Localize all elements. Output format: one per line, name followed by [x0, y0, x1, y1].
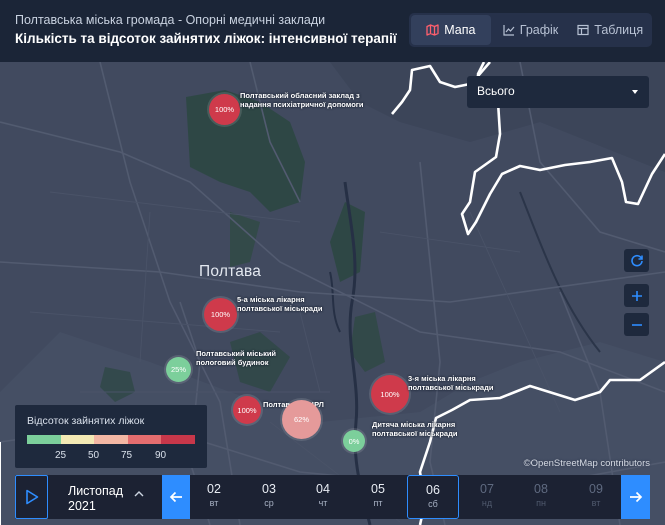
- month-selector[interactable]: Листопад 2021: [68, 484, 144, 514]
- plus-icon: [631, 290, 642, 301]
- legend-title: Відсоток зайнятих ліжок: [27, 415, 145, 427]
- marker-value: 100%: [380, 389, 400, 399]
- legend-swatch: [127, 435, 161, 444]
- chevron-up-icon: [134, 487, 144, 502]
- marker-label: 5-а міська лікарня полтавської міськради: [237, 295, 323, 313]
- view-switcher: Мапа Графік Таблиця: [409, 13, 652, 47]
- legend-tick: 90: [155, 450, 167, 461]
- zoom-out-button[interactable]: [624, 313, 649, 336]
- reset-view-button[interactable]: [624, 249, 649, 272]
- map-marker[interactable]: 100%: [204, 298, 237, 331]
- day-item[interactable]: 03 ср: [243, 475, 295, 519]
- table-icon: [577, 24, 589, 36]
- map-marker[interactable]: 100%: [233, 396, 261, 424]
- tab-map[interactable]: Мапа: [411, 15, 491, 45]
- year-value: 2021: [68, 499, 96, 513]
- day-item-selected[interactable]: 06 сб: [407, 475, 459, 519]
- city-label: Полтава: [199, 263, 262, 280]
- map-marker[interactable]: 62%: [282, 400, 321, 439]
- arrow-right-icon: [629, 491, 642, 503]
- day-number: 09: [589, 482, 603, 496]
- category-select-value: Всього: [477, 84, 515, 98]
- map-marker[interactable]: 25%: [166, 357, 191, 382]
- caret-down-icon: [632, 90, 638, 94]
- marker-value: 62%: [293, 415, 309, 424]
- map-marker[interactable]: 100%: [209, 94, 240, 125]
- marker-label: Полтавський міський пологовий будинок: [196, 349, 277, 367]
- legend-swatch: [27, 435, 61, 444]
- zoom-in-button[interactable]: [624, 284, 649, 307]
- day-number: 05: [371, 482, 385, 496]
- tab-chart[interactable]: Графік: [491, 15, 571, 45]
- page-title: Кількість та відсоток зайнятих ліжок: ін…: [15, 31, 397, 46]
- marker-value: 100%: [214, 105, 235, 114]
- header: Полтавська міська громада - Опорні медич…: [0, 0, 665, 62]
- day-item[interactable]: 02 вт: [188, 475, 240, 519]
- day-item-disabled: 09 вт: [570, 475, 622, 519]
- date-timeline: Листопад 2021 02 вт 03 ср 04 чт 05 пт 06 сб 0…: [15, 475, 650, 519]
- next-day-button[interactable]: [621, 475, 650, 519]
- play-button[interactable]: [15, 475, 48, 519]
- day-weekday: чт: [318, 498, 328, 508]
- map-icon: [426, 24, 439, 36]
- day-item-disabled: 07 нд: [461, 475, 513, 519]
- day-number: 03: [262, 482, 276, 496]
- marker-label: Дитяча міська лікарня полтавської міськр…: [372, 420, 458, 438]
- legend-swatch: [161, 435, 195, 444]
- day-item[interactable]: 04 чт: [297, 475, 349, 519]
- minus-icon: [631, 323, 642, 326]
- line-chart-icon: [503, 24, 515, 36]
- day-item[interactable]: 05 пт: [352, 475, 404, 519]
- day-number: 07: [480, 482, 494, 496]
- dashboard-supertitle: Полтавська міська громада - Опорні медич…: [15, 13, 326, 27]
- day-number: 06: [426, 483, 440, 497]
- tab-map-label: Мапа: [444, 23, 476, 37]
- marker-value: 100%: [210, 310, 231, 319]
- play-icon: [25, 489, 38, 505]
- legend-tick: 75: [121, 450, 133, 461]
- color-legend: Відсоток зайнятих ліжок 25 50 75 90: [15, 405, 207, 468]
- map-marker[interactable]: 0%: [343, 430, 365, 452]
- marker-label: Полтавський обласний заклад з надання пс…: [240, 91, 364, 109]
- day-weekday: пн: [536, 498, 546, 508]
- legend-swatch: [60, 435, 94, 444]
- arrow-left-icon: [169, 491, 182, 503]
- tab-chart-label: Графік: [519, 23, 559, 37]
- day-number: 08: [534, 482, 548, 496]
- category-select[interactable]: Всього: [467, 76, 649, 108]
- month-name: Листопад: [68, 484, 123, 498]
- legend-swatch: [94, 435, 128, 444]
- previous-day-button[interactable]: [162, 475, 190, 519]
- day-weekday: пт: [373, 498, 383, 508]
- marker-value: 25%: [170, 365, 186, 374]
- day-weekday: вт: [591, 498, 601, 508]
- tab-table-label: Таблиця: [594, 23, 644, 37]
- day-number: 02: [207, 482, 221, 496]
- refresh-icon: [630, 254, 643, 266]
- day-weekday: ср: [264, 498, 274, 508]
- day-weekday: сб: [428, 499, 438, 509]
- day-weekday: нд: [481, 498, 493, 508]
- marker-value: 0%: [348, 436, 360, 446]
- tab-table[interactable]: Таблиця: [570, 15, 650, 45]
- day-number: 04: [316, 482, 330, 496]
- marker-value: 100%: [237, 405, 257, 415]
- legend-tick: 25: [55, 450, 67, 461]
- map-view[interactable]: Полтава 100% Полтавський обласний заклад…: [0, 62, 665, 525]
- legend-tick: 50: [88, 450, 100, 461]
- day-item-disabled: 08 пн: [515, 475, 567, 519]
- legend-color-bar: [27, 435, 195, 444]
- map-marker[interactable]: 100%: [371, 375, 409, 413]
- map-attribution[interactable]: ©OpenStreetMap contributors: [524, 458, 650, 469]
- marker-label: 3-я міська лікарня полтавської міськради: [408, 374, 494, 392]
- day-weekday: вт: [209, 498, 219, 508]
